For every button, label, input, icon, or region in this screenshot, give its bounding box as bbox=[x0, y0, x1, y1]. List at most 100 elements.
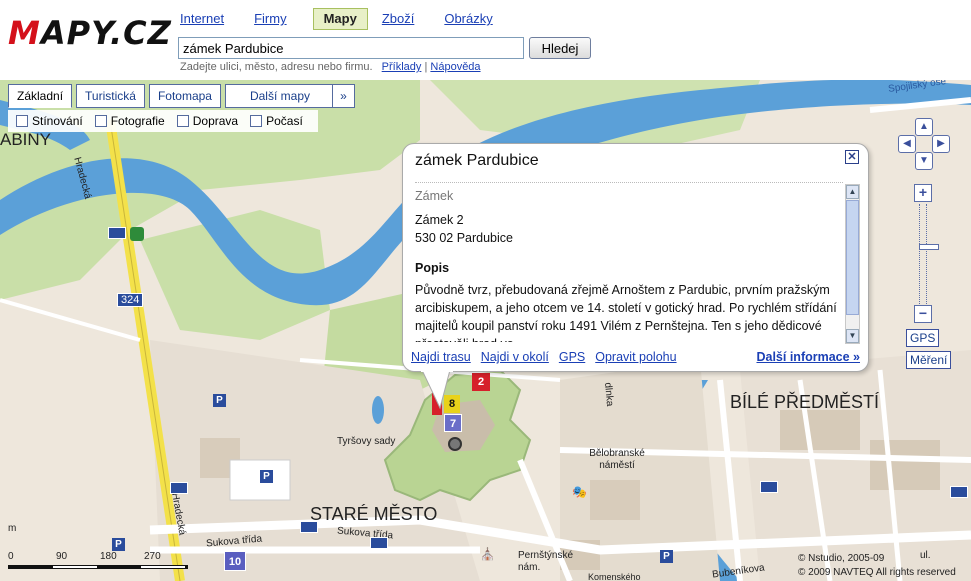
bus-stop-icon[interactable] bbox=[300, 521, 318, 533]
parking-icon[interactable]: P bbox=[213, 394, 226, 407]
bus-stop-icon[interactable] bbox=[370, 537, 388, 549]
church-icon[interactable]: ⛪ bbox=[480, 547, 495, 561]
bus-stop-icon[interactable] bbox=[170, 482, 188, 494]
more-info-link[interactable]: Další informace » bbox=[756, 350, 860, 364]
map-marker-7[interactable]: 7 bbox=[444, 414, 462, 432]
logo[interactable]: MAPY.CZ bbox=[8, 14, 172, 52]
map-type-basic[interactable]: Základní bbox=[8, 84, 73, 108]
scale-bar: m 0 90 180 270 bbox=[8, 523, 198, 575]
gps-link[interactable]: GPS bbox=[559, 350, 585, 364]
scale-ruler bbox=[8, 565, 188, 569]
map-type-tourist[interactable]: Turistická bbox=[76, 84, 145, 108]
search-button[interactable]: Hledej bbox=[529, 37, 591, 59]
layer-traffic[interactable]: Doprava bbox=[176, 114, 238, 128]
map-type-more-label: Další mapy bbox=[249, 89, 310, 103]
pan-control: ▲ ◀ ▶ ▼ bbox=[898, 118, 950, 170]
photos-checkbox[interactable] bbox=[94, 115, 107, 127]
info-popup: zámek Pardubice ✕ Zámek Zámek 2 530 02 P… bbox=[402, 143, 869, 372]
copyright: © Nstudio, 2005-09 © 2009 NAVTEQ All rig… bbox=[798, 552, 956, 580]
layer-toggles: Stínování Fotografie Doprava Počasí bbox=[8, 110, 318, 132]
district-label-left: ABINY bbox=[0, 130, 52, 149]
parking-icon[interactable]: P bbox=[660, 550, 673, 563]
street-label-komenskeho: Komenského bbox=[588, 572, 641, 581]
examples-link[interactable]: Příklady bbox=[382, 61, 422, 73]
scroll-down-icon[interactable]: ▼ bbox=[846, 329, 859, 343]
help-link[interactable]: Nápověda bbox=[430, 61, 480, 73]
parking-icon[interactable]: P bbox=[260, 470, 273, 483]
route-link[interactable]: Najdi trasu bbox=[411, 350, 471, 364]
nav-mapy[interactable]: Mapy bbox=[312, 8, 368, 30]
bus-stop-icon[interactable] bbox=[108, 227, 126, 239]
bus-stop-icon[interactable] bbox=[950, 486, 968, 498]
header: MAPY.CZ Internet Firmy Mapy Zboží Obrázk… bbox=[0, 0, 971, 80]
road-number-badge: 324 bbox=[117, 293, 144, 307]
park-label: Tyršovy sady bbox=[337, 436, 396, 447]
popup-links: Najdi trasu Najdi v okolí GPS Opravit po… bbox=[411, 350, 677, 364]
popup-body: Zámek Zámek 2 530 02 Pardubice Popis Pův… bbox=[415, 182, 843, 342]
theatre-icon[interactable]: 🎭 bbox=[572, 485, 587, 499]
gps-button[interactable]: GPS bbox=[906, 329, 940, 347]
nav-internet[interactable]: Internet bbox=[176, 8, 228, 30]
map-marker-10[interactable]: 10 bbox=[224, 551, 246, 571]
bus-stop-icon[interactable] bbox=[760, 481, 778, 493]
popup-address-line1: Zámek 2 bbox=[415, 213, 464, 227]
popup-address-line2: 530 02 Pardubice bbox=[415, 231, 513, 245]
service-nav: Internet Firmy Mapy Zboží Obrázky bbox=[176, 8, 519, 30]
measure-button[interactable]: Měření bbox=[906, 351, 952, 369]
parking-icon[interactable]: P bbox=[112, 538, 125, 551]
nav-zbozi[interactable]: Zboží bbox=[378, 8, 419, 30]
street-label-dlnka: dlnka bbox=[602, 382, 616, 407]
layer-weather[interactable]: Počasí bbox=[250, 114, 303, 128]
pan-left-icon[interactable]: ◀ bbox=[898, 135, 916, 153]
pan-up-icon[interactable]: ▲ bbox=[915, 118, 933, 136]
layer-shading[interactable]: Stínování bbox=[16, 114, 83, 128]
district-label-right: BÍLÉ PŘEDMĚSTÍ bbox=[730, 392, 880, 412]
zoom-slider-thumb[interactable] bbox=[919, 244, 939, 250]
old-town-label: STARÉ MĚSTO bbox=[310, 504, 438, 524]
castle-icon[interactable] bbox=[448, 437, 462, 451]
weather-checkbox[interactable] bbox=[250, 115, 263, 127]
copyright-line1: © Nstudio, 2005-09 bbox=[798, 553, 885, 564]
scroll-up-icon[interactable]: ▲ bbox=[846, 185, 859, 199]
scale-tick-0: 0 bbox=[8, 551, 14, 562]
map-canvas[interactable]: ABINY BÍLÉ PŘEDMĚSTÍ STARÉ MĚSTO Hradeck… bbox=[0, 80, 971, 581]
popup-pointer bbox=[421, 370, 453, 410]
copyright-line2: © 2009 NAVTEQ All rights reserved bbox=[798, 567, 956, 578]
search-input[interactable] bbox=[178, 37, 524, 59]
scale-unit: m bbox=[8, 523, 17, 534]
map-marker-2[interactable]: 2 bbox=[472, 373, 490, 391]
hint-text: Zadejte ulici, město, adresu nebo firmu. bbox=[180, 61, 373, 73]
layer-photos[interactable]: Fotografie bbox=[94, 114, 165, 128]
scroll-thumb[interactable] bbox=[846, 200, 859, 315]
zoom-in-icon[interactable]: + bbox=[914, 184, 932, 202]
map-type-switcher: Základní Turistická Fotomapa Další mapy … bbox=[8, 84, 355, 108]
scale-tick-2: 180 bbox=[100, 551, 117, 562]
nearby-link[interactable]: Najdi v okolí bbox=[481, 350, 549, 364]
popup-scrollbar[interactable]: ▲ ▼ bbox=[845, 184, 860, 344]
street-label-pernstynske: Pernštýnské nám. bbox=[518, 550, 574, 573]
shading-checkbox[interactable] bbox=[16, 115, 28, 127]
traffic-checkbox[interactable] bbox=[176, 115, 189, 127]
pan-down-icon[interactable]: ▼ bbox=[915, 152, 933, 170]
popup-description: Původně tvrz, přebudovaná zřejmě Arnošte… bbox=[415, 283, 837, 342]
square-label: Bělobranské náměstí bbox=[589, 448, 645, 471]
fuel-station-icon[interactable] bbox=[130, 227, 144, 241]
chevron-double-down-icon: » bbox=[331, 85, 354, 107]
zoom-control: + − bbox=[914, 184, 939, 324]
popup-place-type: Zámek bbox=[415, 189, 454, 203]
zoom-slider-track[interactable] bbox=[919, 204, 939, 304]
popup-section-heading: Popis bbox=[415, 261, 450, 275]
app: MAPY.CZ Internet Firmy Mapy Zboží Obrázk… bbox=[0, 0, 971, 581]
close-icon[interactable]: ✕ bbox=[845, 150, 859, 164]
map-type-photo[interactable]: Fotomapa bbox=[148, 84, 221, 108]
scale-tick-1: 90 bbox=[56, 551, 68, 562]
search-hint: Zadejte ulici, město, adresu nebo firmu.… bbox=[180, 61, 481, 73]
fix-position-link[interactable]: Opravit polohu bbox=[595, 350, 676, 364]
map-type-more[interactable]: Další mapy » bbox=[224, 84, 355, 108]
scale-tick-3: 270 bbox=[144, 551, 161, 562]
nav-obrazky[interactable]: Obrázky bbox=[440, 8, 496, 30]
nav-firmy[interactable]: Firmy bbox=[250, 8, 291, 30]
pan-right-icon[interactable]: ▶ bbox=[932, 135, 950, 153]
zoom-out-icon[interactable]: − bbox=[914, 305, 932, 323]
popup-title: zámek Pardubice bbox=[415, 152, 539, 169]
